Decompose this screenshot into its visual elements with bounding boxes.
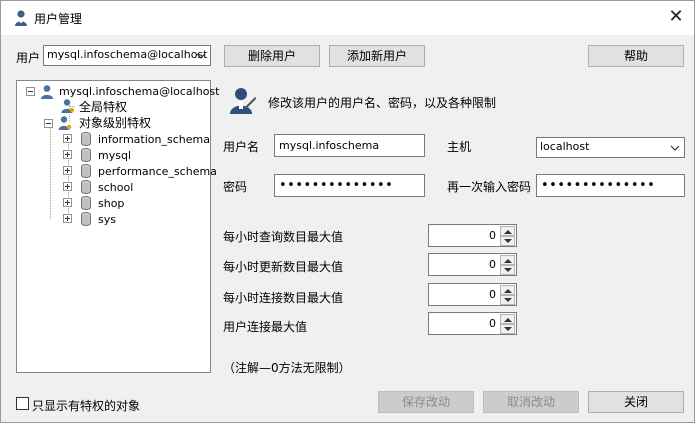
user-select-value: mysql.infoschema@localhost: [47, 48, 208, 61]
password-input[interactable]: ••••••••••••••: [274, 174, 425, 197]
chevron-down-icon: [196, 53, 206, 59]
spinner-up-button[interactable]: [500, 255, 515, 265]
user-key-icon: [61, 99, 75, 113]
spinner-down-button[interactable]: [500, 265, 515, 275]
title-bar: 用户管理 ✕: [1, 1, 694, 35]
confirm-password-input[interactable]: ••••••••••••••: [536, 174, 685, 197]
expand-toggle[interactable]: [63, 182, 72, 191]
user-connections-spinner[interactable]: 0: [428, 312, 517, 335]
username-input[interactable]: mysql.infoschema: [274, 134, 425, 157]
host-select[interactable]: localhost: [536, 137, 685, 158]
updates-per-hour-spinner[interactable]: 0: [428, 253, 517, 276]
spinner-value: 0: [489, 258, 496, 271]
connections-per-hour-spinner[interactable]: 0: [428, 283, 517, 306]
tree-db-item[interactable]: shop: [98, 197, 124, 211]
expand-toggle[interactable]: [63, 150, 72, 159]
user-management-window: 用户管理 ✕ 用户 mysql.infoschema@localhost 删除用…: [0, 0, 695, 423]
privilege-tree[interactable]: mysql.infoschema@localhost 全局特权 对象级别特权 i…: [16, 80, 219, 373]
show-privileged-only-checkbox[interactable]: [16, 397, 29, 410]
expand-toggle[interactable]: [63, 166, 72, 175]
confirm-password-label: 再一次输入密码: [447, 180, 532, 194]
spinner-down-button[interactable]: [500, 324, 515, 334]
limits-note: （注解—0方法无限制）: [223, 361, 351, 375]
spinner-up-button[interactable]: [500, 285, 515, 295]
username-label: 用户名: [223, 140, 260, 154]
spinner-up-button[interactable]: [500, 314, 515, 324]
tree-global-privileges[interactable]: 全局特权: [79, 100, 127, 114]
user-edit-icon: [230, 88, 257, 114]
collapse-toggle[interactable]: [44, 119, 53, 128]
user-label: 用户: [16, 51, 41, 65]
save-changes-button[interactable]: 保存改动: [378, 391, 474, 413]
database-icon: [81, 132, 91, 146]
limit-label-user-connections: 用户连接最大值: [223, 320, 308, 334]
form-header: 修改该用户的用户名、密码，以及各种限制: [268, 96, 497, 110]
tree-db-item[interactable]: sys: [98, 213, 116, 227]
database-icon: [81, 196, 91, 210]
cancel-changes-button[interactable]: 取消改动: [483, 391, 579, 413]
tree-line: [50, 125, 51, 219]
user-select[interactable]: mysql.infoschema@localhost: [43, 45, 211, 66]
tree-db-item[interactable]: performance_schema: [98, 165, 217, 179]
password-label: 密码: [223, 180, 248, 194]
tree-db-item[interactable]: mysql: [98, 149, 131, 163]
limit-label-queries: 每小时查询数目最大值: [223, 230, 344, 244]
user-icon: [15, 10, 27, 26]
database-icon: [81, 212, 91, 226]
tree-root-user[interactable]: mysql.infoschema@localhost: [59, 85, 219, 99]
tree-db-item[interactable]: school: [98, 181, 133, 195]
user-key-icon: [58, 116, 72, 130]
show-privileged-only-label: 只显示有特权的对象: [32, 399, 141, 413]
database-icon: [81, 180, 91, 194]
limit-label-connections: 每小时连接数目最大值: [223, 291, 344, 305]
expand-toggle[interactable]: [63, 214, 72, 223]
database-icon: [81, 164, 91, 178]
close-icon[interactable]: ✕: [664, 6, 688, 30]
host-select-value: localhost: [540, 140, 590, 153]
host-label: 主机: [447, 140, 472, 154]
spinner-value: 0: [489, 317, 496, 330]
collapse-toggle[interactable]: [26, 87, 35, 96]
delete-user-button[interactable]: 删除用户: [224, 45, 320, 67]
close-button[interactable]: 关闭: [588, 391, 684, 413]
tree-db-item[interactable]: information_schema: [98, 133, 210, 147]
spinner-down-button[interactable]: [500, 295, 515, 305]
spinner-up-button[interactable]: [500, 226, 515, 236]
chevron-down-icon: [670, 145, 680, 151]
window-title: 用户管理: [34, 12, 83, 26]
limit-label-updates: 每小时更新数目最大值: [223, 260, 344, 274]
queries-per-hour-spinner[interactable]: 0: [428, 224, 517, 247]
spinner-value: 0: [489, 229, 496, 242]
user-icon: [41, 85, 53, 99]
expand-toggle[interactable]: [63, 198, 72, 207]
spinner-down-button[interactable]: [500, 236, 515, 246]
database-icon: [81, 148, 91, 162]
expand-toggle[interactable]: [63, 134, 72, 143]
add-user-button[interactable]: 添加新用户: [329, 45, 425, 67]
help-button[interactable]: 帮助: [588, 45, 684, 67]
spinner-value: 0: [489, 288, 496, 301]
tree-object-privileges[interactable]: 对象级别特权: [79, 116, 151, 130]
